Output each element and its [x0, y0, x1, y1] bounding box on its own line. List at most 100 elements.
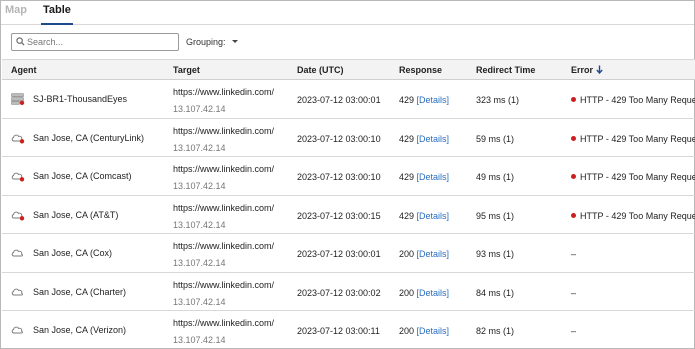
response-cell: 429 [Details]: [399, 172, 449, 182]
details-link[interactable]: [Details]: [417, 95, 450, 105]
details-link[interactable]: [Details]: [417, 134, 450, 144]
redirect-time-cell: 84 ms (1): [476, 287, 515, 298]
error-cell: –: [571, 249, 576, 259]
cloud-agent-icon: [11, 324, 25, 338]
view-tabs: Map Table: [1, 1, 694, 25]
redirect-time-cell: 93 ms (1): [476, 249, 515, 259]
target-url: https://www.linkedin.com/: [173, 318, 275, 328]
column-header-error-label: Error: [571, 65, 594, 75]
agent-name: SJ-BR1-ThousandEyes: [33, 94, 128, 104]
table-header: Agent Target Date (UTC) Response Redirec…: [2, 59, 695, 80]
date-cell: 2023-07-12 03:00:02: [297, 287, 381, 298]
column-header-target[interactable]: Target: [173, 65, 200, 75]
target-url: https://www.linkedin.com/: [173, 202, 275, 213]
response-cell: 200 [Details]: [399, 288, 449, 298]
cloud-agent-icon: [11, 132, 25, 146]
response-code: 429: [399, 95, 415, 105]
table-row[interactable]: San Jose, CA (Cox) https://www.linkedin.…: [2, 234, 695, 273]
date-cell: 2023-07-12 03:00:10: [297, 172, 381, 182]
error-text: HTTP - 429 Too Many Requests: [580, 133, 695, 144]
target-url: https://www.linkedin.com/: [173, 164, 275, 174]
target-ip: 13.107.42.14: [173, 142, 226, 153]
date-cell: 2023-07-12 03:00:10: [297, 133, 381, 144]
search-box[interactable]: [11, 33, 179, 51]
error-cell: HTTP - 429 Too Many Requests: [571, 211, 695, 221]
target-ip: 13.107.42.14: [173, 296, 226, 307]
search-icon: [16, 37, 25, 46]
error-cell: –: [571, 288, 576, 298]
error-status-dot: [571, 174, 576, 179]
table-row[interactable]: SJ-BR1-ThousandEyes https://www.linkedin…: [2, 80, 695, 119]
response-code: 429: [399, 172, 415, 182]
response-cell: 200 [Details]: [399, 249, 449, 259]
date-cell: 2023-07-12 03:00:01: [297, 95, 381, 105]
agent-name: San Jose, CA (CenturyLink): [33, 132, 145, 143]
cloud-agent-icon: [11, 286, 25, 300]
column-header-response[interactable]: Response: [399, 65, 442, 75]
column-header-date[interactable]: Date (UTC): [297, 65, 344, 75]
arrow-down-icon: [596, 65, 603, 74]
details-link[interactable]: [Details]: [417, 249, 450, 259]
redirect-time-cell: 59 ms (1): [476, 133, 515, 144]
target-ip: 13.107.42.14: [173, 181, 226, 191]
redirect-time-cell: 82 ms (1): [476, 326, 515, 336]
error-status-dot: [571, 212, 576, 218]
enterprise-agent-icon: [11, 93, 25, 107]
error-text: HTTP - 429 Too Many Requests: [580, 172, 695, 182]
redirect-time-cell: 95 ms (1): [476, 210, 515, 221]
target-ip: 13.107.42.14: [173, 219, 226, 230]
grouping-label: Grouping:: [186, 37, 226, 47]
target-url: https://www.linkedin.com/: [173, 87, 275, 97]
error-text: HTTP - 429 Too Many Requests: [580, 95, 695, 105]
table-row[interactable]: San Jose, CA (Verizon) https://www.linke…: [2, 311, 695, 349]
column-header-redirect-time[interactable]: Redirect Time: [476, 65, 535, 75]
error-status-dot: [571, 97, 576, 102]
response-cell: 429 [Details]: [399, 211, 449, 221]
column-header-error[interactable]: Error: [571, 65, 603, 75]
grouping-dropdown[interactable]: Grouping:: [186, 37, 238, 47]
column-header-agent[interactable]: Agent: [11, 65, 37, 75]
table-body: SJ-BR1-ThousandEyes https://www.linkedin…: [2, 80, 695, 349]
agent-name: San Jose, CA (AT&T): [33, 209, 119, 220]
table-row[interactable]: San Jose, CA (Charter) https://www.linke…: [2, 273, 695, 311]
tab-map[interactable]: Map: [5, 3, 27, 23]
date-cell: 2023-07-12 03:00:01: [297, 249, 381, 259]
response-code: 429: [399, 210, 415, 221]
chevron-down-icon: [231, 40, 238, 43]
response-code: 200: [399, 249, 415, 259]
response-cell: 429 [Details]: [399, 134, 449, 144]
target-url: https://www.linkedin.com/: [173, 125, 275, 136]
table-row[interactable]: San Jose, CA (Comcast) https://www.linke…: [2, 157, 695, 196]
response-code: 200: [399, 326, 415, 336]
response-code: 200: [399, 287, 415, 298]
details-link[interactable]: [Details]: [417, 172, 450, 182]
error-text: HTTP - 429 Too Many Requests: [580, 210, 695, 221]
cloud-agent-icon: [11, 170, 25, 184]
results-table: Agent Target Date (UTC) Response Redirec…: [2, 59, 695, 349]
agent-name: San Jose, CA (Charter): [33, 286, 127, 297]
details-link[interactable]: [Details]: [417, 288, 450, 298]
table-row[interactable]: San Jose, CA (AT&T) https://www.linkedin…: [2, 196, 695, 234]
redirect-time-cell: 323 ms (1): [476, 95, 520, 105]
target-ip: 13.107.42.14: [173, 104, 226, 114]
error-text: –: [571, 326, 577, 336]
cloud-agent-icon: [11, 247, 25, 261]
target-ip: 13.107.42.14: [173, 335, 226, 345]
search-input[interactable]: [27, 35, 175, 49]
error-cell: –: [571, 326, 576, 336]
tab-table[interactable]: Table: [41, 3, 73, 25]
table-row[interactable]: San Jose, CA (CenturyLink) https://www.l…: [2, 119, 695, 157]
response-cell: 200 [Details]: [399, 326, 449, 336]
results-panel: Map Table Grouping: Agent Target Date (U…: [0, 0, 695, 349]
agent-name: San Jose, CA (Comcast): [33, 171, 132, 181]
agent-name: San Jose, CA (Cox): [33, 248, 113, 258]
error-text: –: [571, 249, 577, 259]
error-cell: HTTP - 429 Too Many Requests: [571, 95, 695, 105]
details-link[interactable]: [Details]: [417, 211, 450, 221]
error-cell: HTTP - 429 Too Many Requests: [571, 172, 695, 182]
date-cell: 2023-07-12 03:00:15: [297, 210, 381, 221]
details-link[interactable]: [Details]: [417, 326, 450, 336]
response-code: 429: [399, 133, 415, 144]
error-status-dot: [571, 135, 576, 141]
agent-name: San Jose, CA (Verizon): [33, 325, 127, 335]
